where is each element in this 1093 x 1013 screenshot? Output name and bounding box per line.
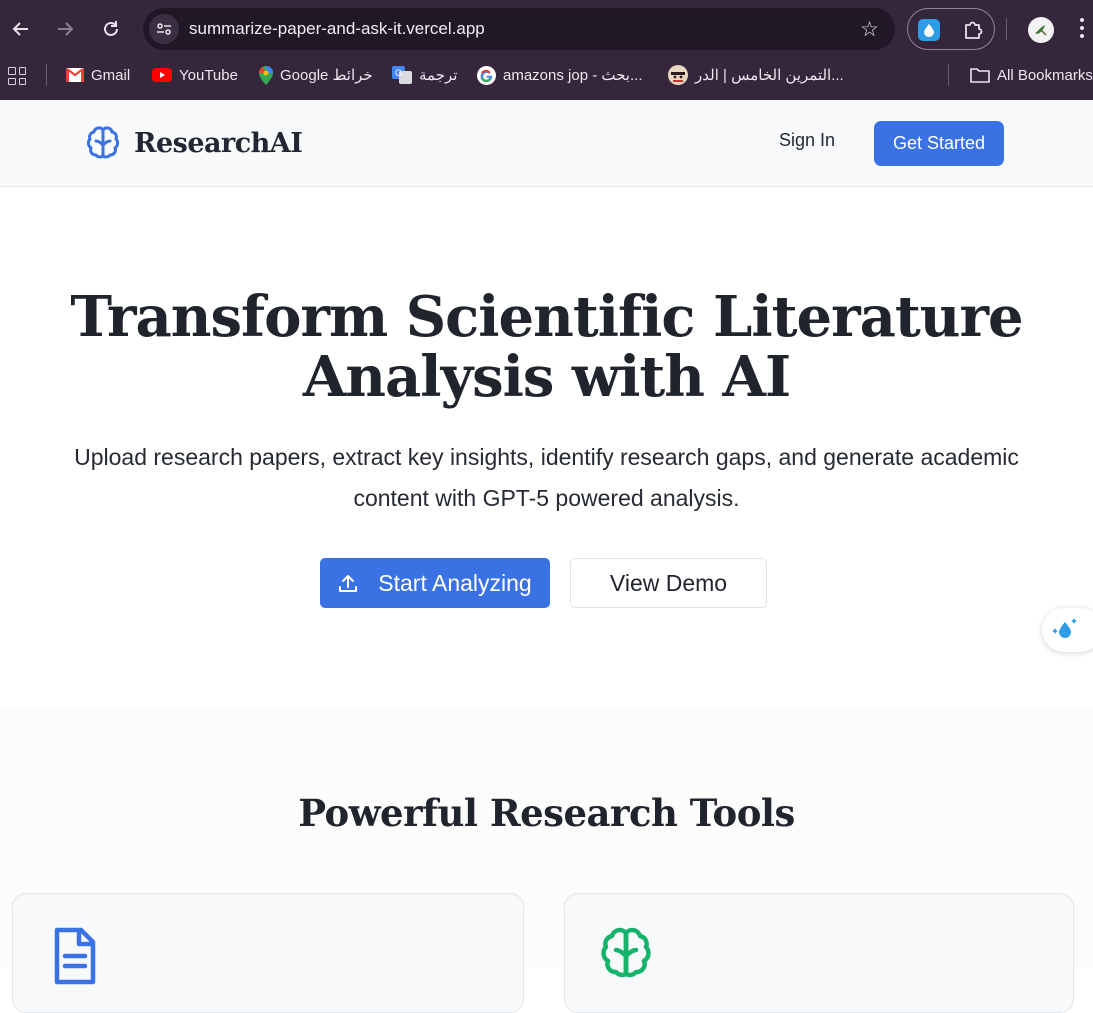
avatar-icon [668, 65, 688, 85]
features-title: Powerful Research Tools [298, 791, 795, 835]
extensions-group [907, 8, 995, 50]
start-analyzing-button[interactable]: Start Analyzing [320, 558, 550, 608]
svg-text:G: G [395, 68, 402, 78]
logo[interactable]: ResearchAI [84, 124, 303, 162]
toolbar-divider [1006, 18, 1007, 40]
hero-section: Transform Scientific Literature Analysis… [0, 187, 1093, 707]
floating-extension-widget[interactable] [1042, 608, 1093, 652]
google-icon [477, 65, 496, 85]
hero-title-line-1: Transform Scientific Literature [70, 284, 1023, 350]
sign-in-link[interactable]: Sign In [760, 130, 854, 156]
hero-subtitle-line-1: Upload research papers, extract key insi… [74, 444, 1019, 470]
start-analyzing-label: Start Analyzing [378, 569, 532, 596]
bookmark-label: YouTube [179, 66, 238, 84]
web-page: ResearchAI Sign In Get Started Transform… [0, 100, 1093, 1013]
brain-icon [601, 927, 651, 978]
sparkle-drop-icon [1052, 618, 1077, 638]
reload-icon[interactable] [96, 14, 126, 44]
bookmark-youtube[interactable]: YouTube [152, 58, 238, 92]
bookmarks-bar: Gmail YouTube Google خرائط G ترجمة amazo… [0, 58, 1093, 100]
bookmark-label: Gmail [91, 66, 131, 84]
view-demo-button[interactable]: View Demo [570, 558, 767, 608]
bookmark-label: Google خرائط [280, 67, 373, 84]
google-maps-icon [259, 65, 273, 85]
bookmarks-divider [46, 64, 47, 86]
back-arrow-icon[interactable] [6, 14, 36, 44]
address-bar[interactable]: summarize-paper-and-ask-it.vercel.app ☆ [143, 8, 895, 50]
bookmark-gmail[interactable]: Gmail [66, 58, 130, 92]
forward-arrow-icon[interactable] [50, 14, 80, 44]
bookmark-label: التمرين الخامس | الدر... [695, 67, 844, 84]
bookmark-label: ترجمة [419, 67, 458, 84]
extensions-puzzle-icon[interactable] [962, 18, 986, 42]
site-header: ResearchAI Sign In Get Started [0, 100, 1093, 187]
url-text[interactable]: summarize-paper-and-ask-it.vercel.app [189, 19, 485, 39]
google-translate-icon: G [392, 66, 412, 84]
bookmark-google-maps[interactable]: Google خرائط [259, 58, 373, 92]
profile-avatar[interactable] [1028, 17, 1054, 43]
get-started-button[interactable]: Get Started [874, 121, 1004, 166]
bookmark-star-icon[interactable]: ☆ [860, 17, 879, 42]
feature-card-document[interactable] [12, 893, 524, 1013]
bookmark-amazons-search[interactable]: amazons jop - بحث... [477, 58, 643, 92]
document-icon [54, 927, 96, 985]
all-bookmarks-folder[interactable]: All Bookmarks [970, 58, 1093, 92]
logo-text: ResearchAI [134, 127, 303, 159]
brain-icon [86, 126, 120, 159]
hero-title: Transform Scientific Literature Analysis… [40, 287, 1053, 407]
browser-menu-icon[interactable] [1078, 16, 1086, 42]
folder-icon [970, 68, 990, 83]
hero-subtitle: Upload research papers, extract key insi… [20, 437, 1073, 519]
bookmark-label: amazons jop - بحث... [503, 67, 643, 84]
water-drop-extension-icon[interactable] [918, 19, 940, 41]
all-bookmarks-label: All Bookmarks [997, 66, 1093, 84]
upload-icon [339, 575, 358, 592]
youtube-icon [152, 68, 172, 82]
bookmarks-divider [948, 64, 949, 86]
site-info-icon[interactable] [149, 14, 179, 44]
features-section: Powerful Research Tools [0, 707, 1093, 1013]
feature-card-brain[interactable] [564, 893, 1074, 1013]
hero-subtitle-line-2: content with GPT-5 powered analysis. [353, 485, 740, 511]
bookmark-exercise[interactable]: التمرين الخامس | الدر... [668, 58, 844, 92]
bookmark-translate[interactable]: G ترجمة [392, 58, 457, 92]
browser-toolbar: summarize-paper-and-ask-it.vercel.app ☆ [0, 0, 1093, 58]
gmail-icon [66, 68, 84, 82]
apps-grid-icon[interactable] [8, 67, 26, 85]
hero-title-line-2: Analysis with AI [302, 344, 791, 410]
